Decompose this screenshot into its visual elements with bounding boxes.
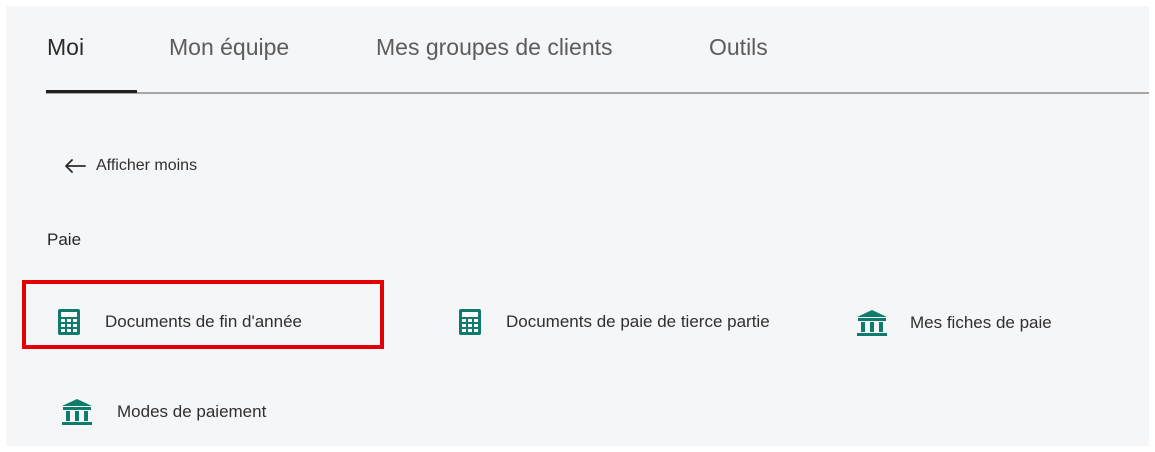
show-less-label: Afficher moins [96, 157, 198, 174]
tab-bar: Moi Mon équipe Mes groupes de clients Ou… [46, 6, 1149, 94]
bank-icon [857, 310, 887, 336]
calculator-icon [459, 309, 481, 335]
section-title-paie: Paie [47, 230, 82, 249]
arrow-left-icon [65, 159, 86, 173]
item-modes-de-paiement[interactable]: Modes de paiement [61, 398, 266, 426]
tab-moi[interactable]: Moi [47, 34, 84, 61]
tab-outils[interactable]: Outils [709, 34, 768, 61]
bank-icon [62, 399, 92, 425]
item-mes-fiches-de-paie[interactable]: Mes fiches de paie [856, 309, 1052, 337]
item-label: Mes fiches de paie [910, 313, 1052, 332]
active-tab-underline [46, 90, 137, 93]
item-label: Modes de paiement [117, 402, 267, 421]
app-panel: Moi Mon équipe Mes groupes de clients Ou… [6, 6, 1149, 446]
highlight-box [22, 280, 384, 349]
tab-mes-groupes-de-clients[interactable]: Mes groupes de clients [376, 34, 613, 61]
item-label: Documents de paie de tierce partie [506, 312, 770, 331]
show-less-link[interactable]: Afficher moins [64, 157, 197, 175]
tab-mon-equipe[interactable]: Mon équipe [169, 34, 289, 61]
item-documents-paie-tierce-partie[interactable]: Documents de paie de tierce partie [458, 308, 770, 336]
